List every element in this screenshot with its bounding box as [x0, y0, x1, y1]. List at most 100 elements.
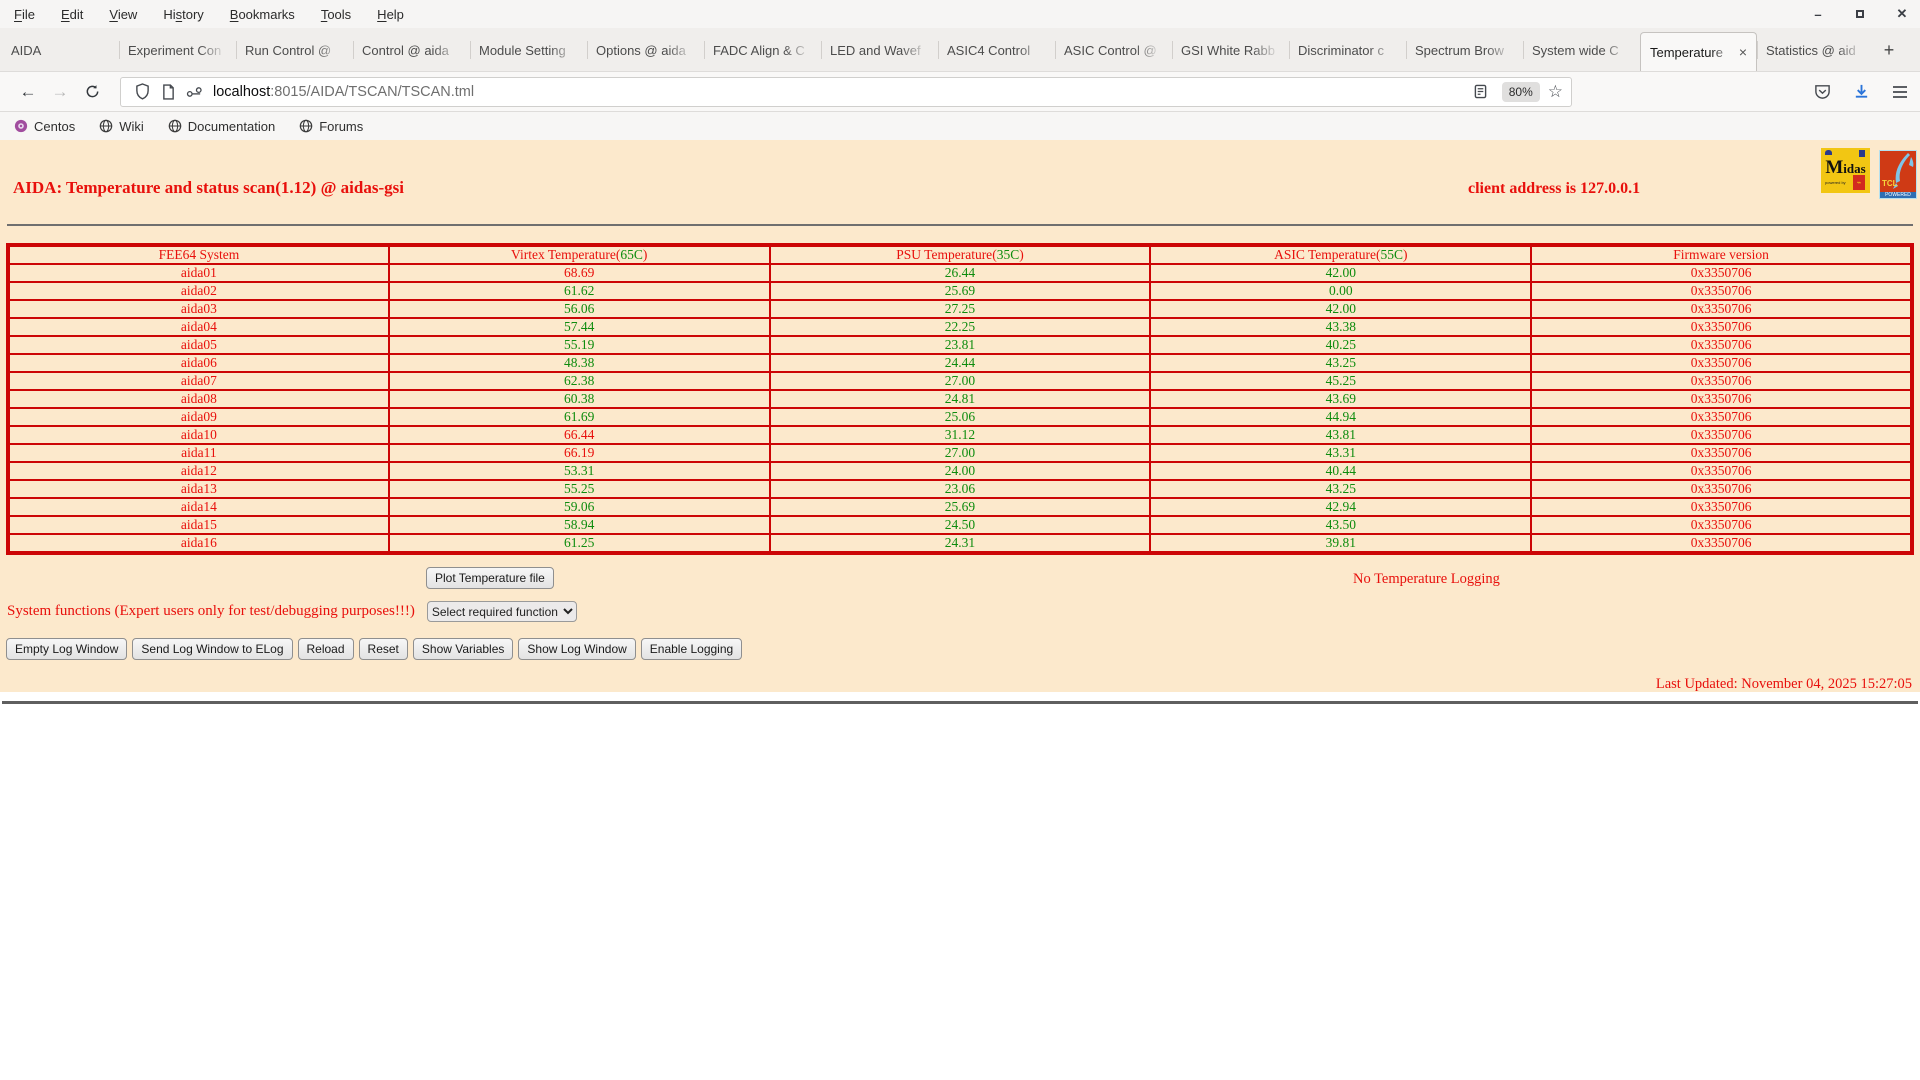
cell-virtex: 59.06 [387, 497, 771, 517]
minimize-button[interactable]: – [1810, 6, 1826, 22]
cell-asic: 43.25 [1149, 353, 1533, 373]
globe-icon [168, 119, 182, 133]
browser-tab-experiment-con[interactable]: Experiment Con [119, 32, 236, 68]
tab-label: System wide C [1532, 42, 1619, 58]
function-select[interactable]: Select required function [426, 601, 577, 622]
new-tab-button[interactable]: + [1874, 32, 1904, 68]
menu-edit[interactable]: Edit [61, 7, 83, 22]
show-log-window-button[interactable]: Show Log Window [518, 638, 636, 660]
tab-label: Temperature [1650, 44, 1723, 60]
menu-file[interactable]: File [14, 7, 35, 22]
cell-psu: 24.00 [768, 461, 1152, 481]
tab-bar: AIDA Experiment Con Run Control @ Control @… [0, 28, 1920, 71]
bookmark-label: Wiki [119, 118, 144, 134]
cell-psu: 31.12 [768, 425, 1152, 445]
bookmarks-bar: Centos Wiki Documentation Forums [0, 112, 1920, 140]
plot-temperature-file-button[interactable]: Plot Temperature file [426, 567, 554, 589]
cell-asic: 42.94 [1149, 497, 1533, 517]
empty-log-window-button[interactable]: Empty Log Window [6, 638, 128, 660]
table-row: aida13 55.25 23.06 43.25 0x3350706 [7, 479, 1913, 499]
browser-tab-led-and-wavef[interactable]: LED and Wavef [821, 32, 938, 68]
pocket-icon[interactable] [1814, 83, 1831, 100]
close-button[interactable]: ✕ [1894, 6, 1910, 22]
reload-button[interactable] [76, 77, 108, 107]
header-logos: Midas powered by ⌁ TCL POWERED [1821, 148, 1917, 199]
cell-system: aida11 [7, 443, 390, 463]
table-row: aida01 68.69 26.44 42.00 0x3350706 [7, 263, 1913, 283]
page-info-icon[interactable] [155, 81, 181, 103]
cell-asic: 43.50 [1149, 515, 1533, 535]
bookmark-centos[interactable]: Centos [14, 119, 75, 134]
midas-mini-badge: ⌁ [1853, 175, 1865, 190]
cell-firmware: 0x3350706 [1530, 479, 1913, 499]
url-path: :8015/AIDA/TSCAN/TSCAN.tml [270, 83, 475, 100]
table-row: aida10 66.44 31.12 43.81 0x3350706 [7, 425, 1913, 445]
browser-tab-control-aida[interactable]: Control @ aida [353, 32, 470, 68]
shield-icon[interactable] [129, 81, 155, 103]
browser-tab-fadc-align-c[interactable]: FADC Align & C [704, 32, 821, 68]
maximize-button[interactable] [1852, 6, 1868, 22]
permissions-icon[interactable] [181, 81, 207, 103]
enable-logging-button[interactable]: Enable Logging [640, 638, 743, 660]
tab-close-icon[interactable]: × [1735, 44, 1747, 60]
hamburger-menu-icon[interactable] [1892, 85, 1908, 99]
browser-tab-temperature[interactable]: Temperature × [1640, 32, 1757, 71]
tab-label: Experiment Con [128, 42, 222, 58]
cell-virtex: 57.44 [387, 317, 771, 337]
cell-psu: 25.69 [768, 281, 1152, 301]
browser-tab-module-setting[interactable]: Module Setting [470, 32, 587, 68]
menu-history[interactable]: History [163, 7, 203, 22]
reload-button[interactable]: Reload [297, 638, 354, 660]
cell-virtex: 55.25 [387, 479, 771, 499]
cell-system: aida07 [7, 371, 390, 391]
bookmark-star-icon[interactable]: ☆ [1548, 82, 1563, 102]
page-title: AIDA: Temperature and status scan(1.12) … [13, 178, 404, 197]
browser-tab-run-control[interactable]: Run Control @ [236, 32, 353, 68]
browser-tab-discriminator-c[interactable]: Discriminator c [1289, 32, 1406, 68]
bookmark-wiki[interactable]: Wiki [99, 119, 144, 134]
reader-mode-icon[interactable] [1468, 81, 1494, 103]
browser-tab-options-aida[interactable]: Options @ aida [587, 32, 704, 68]
cell-system: aida06 [7, 353, 390, 373]
globe-icon [99, 119, 113, 133]
footer-divider [2, 701, 1918, 704]
table-row: aida06 48.38 24.44 43.25 0x3350706 [7, 353, 1913, 373]
forward-button[interactable]: → [44, 77, 76, 107]
downloads-icon[interactable] [1853, 83, 1870, 100]
url-bar[interactable]: localhost:8015/AIDA/TSCAN/TSCAN.tml 80% … [120, 76, 1572, 107]
url-domain: localhost [213, 83, 271, 100]
cell-asic: 45.25 [1149, 371, 1533, 391]
browser-tab-asic-control[interactable]: ASIC Control @ [1055, 32, 1172, 68]
menu-view[interactable]: View [109, 7, 137, 22]
cell-psu: 25.06 [768, 407, 1152, 427]
url-text[interactable]: localhost:8015/AIDA/TSCAN/TSCAN.tml [213, 84, 1468, 100]
cell-psu: 23.06 [768, 479, 1152, 499]
tab-label: Statistics @ aid [1766, 42, 1856, 58]
cell-psu: 27.00 [768, 371, 1152, 391]
bookmark-documentation[interactable]: Documentation [168, 119, 275, 134]
menu-tools[interactable]: Tools [321, 7, 351, 22]
show-variables-button[interactable]: Show Variables [412, 638, 514, 660]
browser-tab-statistics-aid[interactable]: Statistics @ aid [1757, 32, 1874, 68]
table-row: aida08 60.38 24.81 43.69 0x3350706 [7, 389, 1913, 409]
cell-virtex: 56.06 [387, 299, 771, 319]
browser-tab-aida[interactable]: AIDA [2, 32, 119, 68]
browser-tab-gsi-white-rabb[interactable]: GSI White Rabb [1172, 32, 1289, 68]
browser-tab-spectrum-brow[interactable]: Spectrum Brow [1406, 32, 1523, 68]
bookmark-forums[interactable]: Forums [299, 119, 363, 134]
cell-firmware: 0x3350706 [1530, 317, 1913, 337]
send-log-window-to-elog-button[interactable]: Send Log Window to ELog [132, 638, 293, 660]
zoom-level-badge[interactable]: 80% [1501, 81, 1540, 102]
back-button[interactable]: ← [12, 77, 44, 107]
cell-firmware: 0x3350706 [1530, 443, 1913, 463]
browser-tab-system-wide-c[interactable]: System wide C [1523, 32, 1640, 68]
reset-button[interactable]: Reset [358, 638, 408, 660]
cell-asic: 43.69 [1149, 389, 1533, 409]
menu-bookmarks[interactable]: Bookmarks [230, 7, 295, 22]
table-row: aida12 53.31 24.00 40.44 0x3350706 [7, 461, 1913, 481]
tcl-logo: TCL POWERED [1879, 150, 1917, 199]
cell-asic: 43.25 [1149, 479, 1533, 499]
menu-help[interactable]: Help [377, 7, 404, 22]
browser-tab-asic4-control[interactable]: ASIC4 Control [938, 32, 1055, 68]
tab-label: Spectrum Brow [1415, 42, 1504, 58]
